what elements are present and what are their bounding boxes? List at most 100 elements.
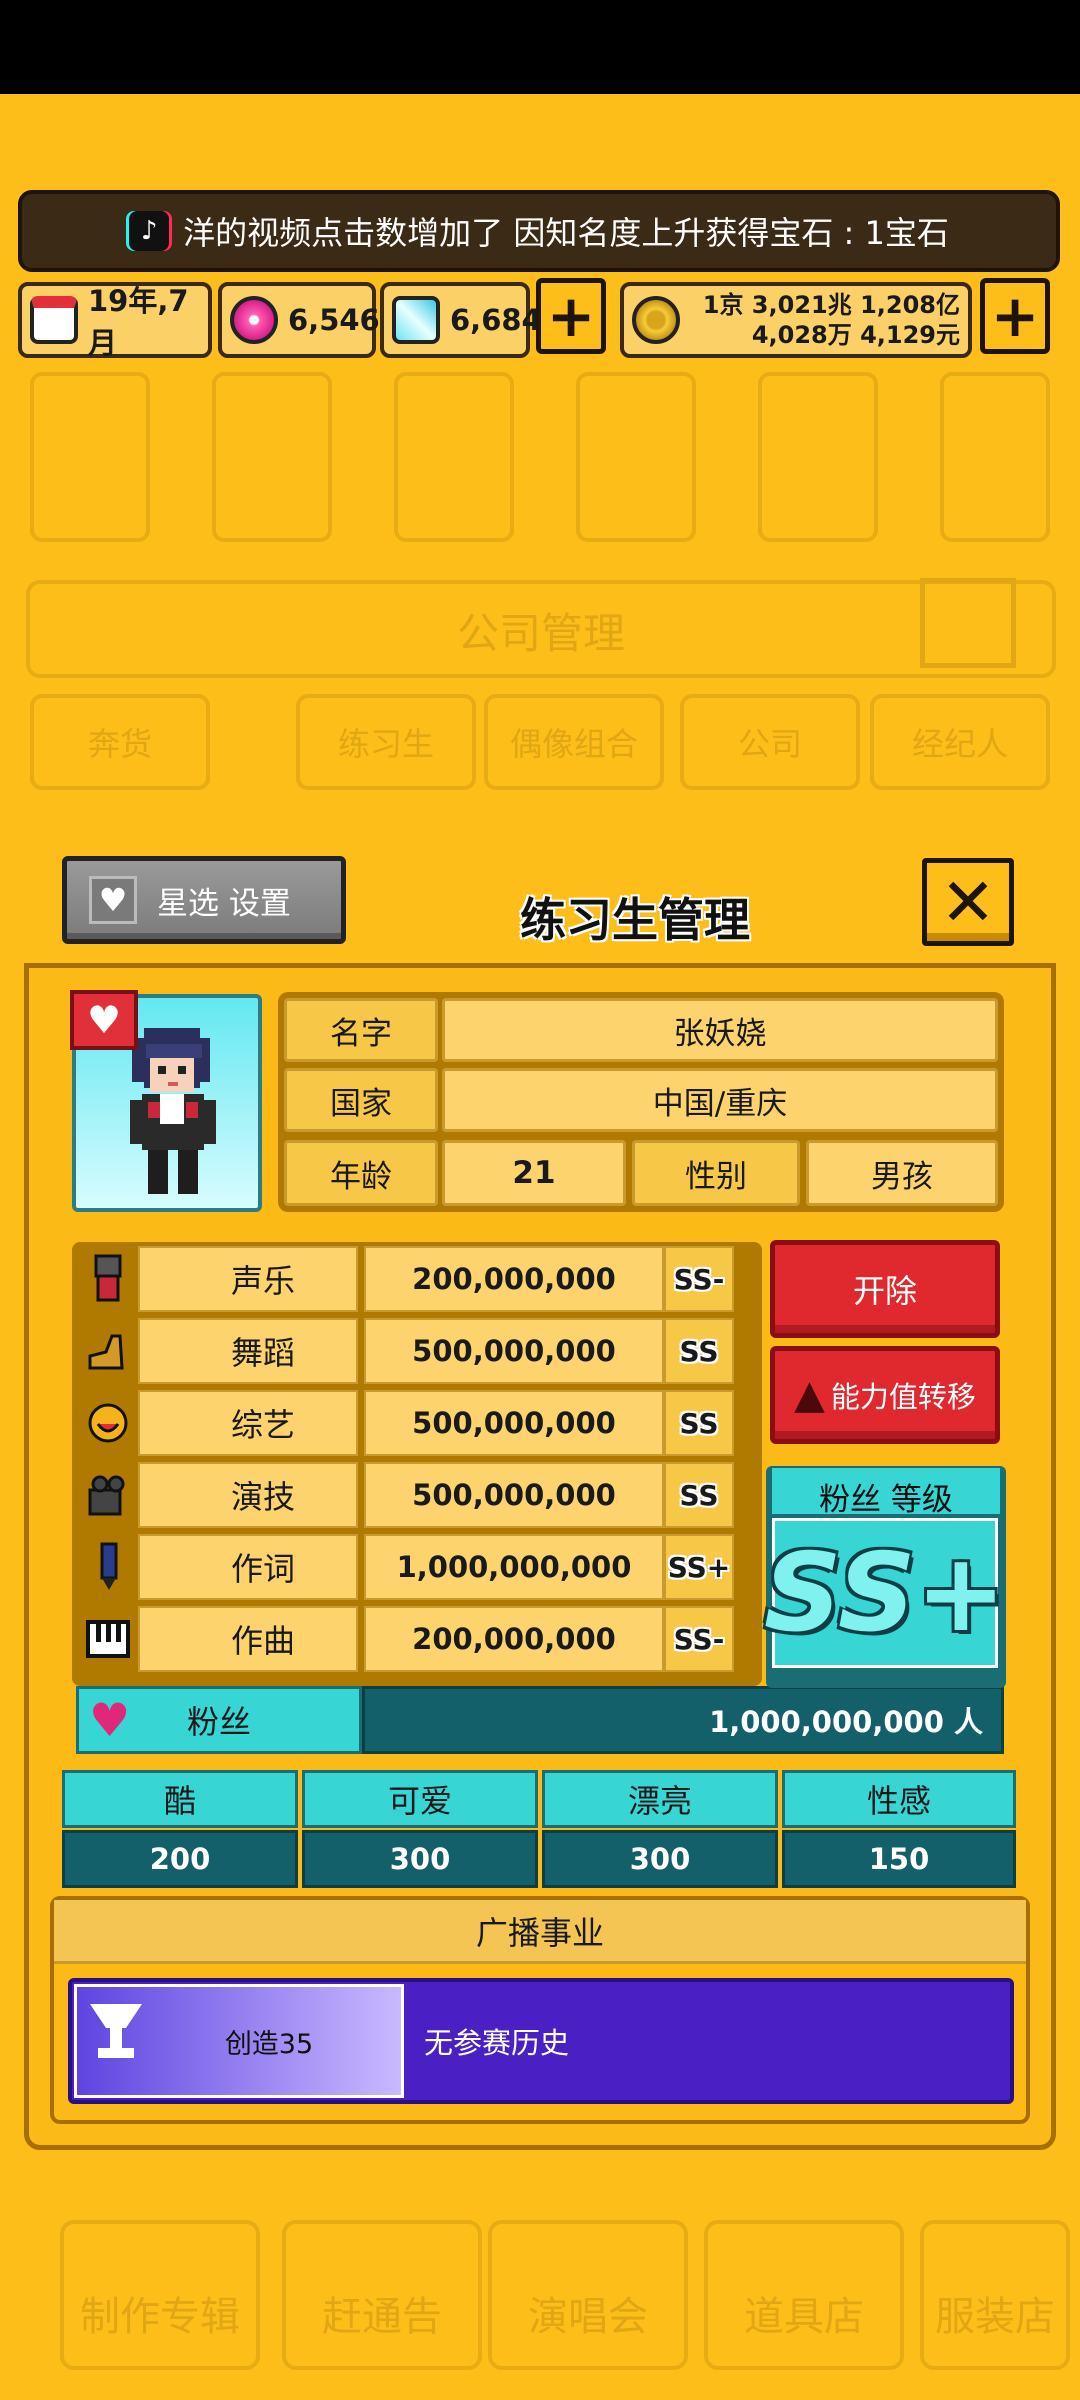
star-select-label: 星选 设置 [157,885,291,922]
stat-name: 声乐 [138,1246,358,1312]
stat-grade: SS [664,1462,734,1528]
stat-name: 作词 [138,1534,358,1600]
microphone-icon [78,1246,138,1312]
date-display: 19年,7月 [18,282,212,360]
ghost-tile [394,372,514,542]
stat-value: 200,000,000 [364,1606,664,1672]
ghost-tab: 奔货 [30,694,210,790]
piano-icon [78,1606,138,1672]
trophy-icon [90,2004,142,2058]
notification-text: 洋的视频点击数增加了 因知名度上升获得宝石 : 1宝石 [183,214,949,252]
stat-value: 1,000,000,000 [364,1534,664,1600]
money-counter: 1京 3,021兆 1,208亿 4,028万 4,129元 [620,282,972,358]
attr-name: 性感 [782,1770,1016,1828]
broadcast-title: 广播事业 [54,1900,1026,1964]
calendar-icon [30,296,78,344]
stat-grade: SS [664,1390,734,1456]
gender-value: 男孩 [806,1140,998,1206]
stat-row-variety: 综艺 500,000,000 SS [78,1390,734,1456]
add-money-button[interactable]: + [980,278,1050,354]
stat-row-lyrics: 作词 1,000,000,000 SS+ [78,1534,734,1600]
stat-grade: SS [664,1318,734,1384]
stat-name: 演技 [138,1462,358,1528]
attr-name: 漂亮 [542,1770,778,1828]
date-text: 19年,7月 [88,284,189,360]
ghost-title: 公司管理 [456,609,625,658]
stat-name: 作曲 [138,1606,358,1672]
ghost-tile [212,372,332,542]
fans-count: 1,000,000,000 人 [362,1686,1004,1754]
transfer-stats-label: 能力值转移 [830,1380,976,1414]
camera-icon [78,1462,138,1528]
broadcast-show-name: 创造35 [224,2028,314,2060]
video-app-icon: ♪ [129,211,170,251]
country-value: 中国/重庆 [442,1068,998,1132]
star-triangle-icon: ▲ [794,1372,825,1418]
ghost-close-button [920,578,1016,668]
ghost-bottom-button: 制作专辑 [60,2220,260,2370]
ghost-bottom-button: 服装店 [920,2220,1070,2370]
fans-label: 粉丝 [186,1703,251,1741]
fans-row: ♥ 粉丝 1,000,000,000 人 [76,1686,1004,1754]
stat-value: 200,000,000 [364,1246,664,1312]
pink-gem-counter: 6,546 [218,282,380,358]
blue-gem-counter: 6,684 [380,282,542,358]
smile-icon [78,1390,138,1456]
star-select-settings-button[interactable]: ♥ 星选 设置 [62,856,346,944]
pink-gem-count: 6,546 [288,303,380,337]
ghost-tab: 偶像组合 [484,694,664,790]
ghost-tab: 公司 [680,694,860,790]
stat-row-composing: 作曲 200,000,000 SS- [78,1606,734,1672]
ghost-tab: 经纪人 [870,694,1050,790]
name-label: 名字 [284,998,438,1062]
heart-icon: ♥ [89,876,137,924]
ghost-tile [940,372,1050,542]
favorite-heart-icon[interactable]: ♥ [70,990,138,1050]
fans-label-cell: ♥ 粉丝 [76,1686,362,1754]
stat-value: 500,000,000 [364,1390,664,1456]
attr-value: 150 [782,1830,1016,1888]
stat-value: 500,000,000 [364,1318,664,1384]
money-line-2: 4,028万 4,129元 [751,321,960,349]
age-value: 21 [442,1140,626,1206]
stat-name: 舞蹈 [138,1318,358,1384]
age-label: 年龄 [284,1140,438,1206]
stat-value: 500,000,000 [364,1462,664,1528]
blue-gem-icon [392,296,440,344]
country-label: 国家 [284,1068,438,1132]
status-bar [0,0,1080,94]
money-line-1: 1京 3,021兆 1,208亿 [702,291,960,319]
money-amount: 1京 3,021兆 1,208亿 4,028万 4,129元 [690,290,960,350]
pen-icon [78,1534,138,1600]
ghost-tile [30,372,150,542]
panel-title: 练习生管理 [520,893,750,947]
stat-grade: SS+ [664,1534,734,1600]
close-button[interactable]: ✕ [922,858,1014,946]
gender-label: 性别 [632,1140,800,1206]
shoe-icon [78,1318,138,1384]
ghost-bottom-button: 赶通告 [282,2220,482,2370]
stat-row-acting: 演技 500,000,000 SS [78,1462,734,1528]
ghost-bottom-button: 演唱会 [488,2220,688,2370]
blue-gem-count: 6,684 [450,303,542,337]
attr-name: 可爱 [302,1770,538,1828]
fan-level-label: 粉丝 等级 [819,1482,953,1518]
fire-button[interactable]: 开除 [770,1240,1000,1338]
transfer-stats-button[interactable]: ▲ 能力值转移 [770,1346,1000,1444]
stat-row-dance: 舞蹈 500,000,000 SS [78,1318,734,1384]
coin-icon [632,296,680,344]
attr-value: 300 [542,1830,778,1888]
name-value: 张妖娆 [442,998,998,1062]
ghost-tab: 练习生 [296,694,476,790]
stat-grade: SS- [664,1246,734,1312]
attr-value: 200 [62,1830,298,1888]
ghost-tile [576,372,696,542]
add-gems-button[interactable]: + [536,278,606,354]
ghost-bottom-button: 道具店 [704,2220,904,2370]
attr-name: 酷 [62,1770,298,1828]
fan-level-grade: SS+ [763,1530,1007,1656]
stat-name: 综艺 [138,1390,358,1456]
broadcast-history: 无参赛历史 [424,2026,570,2060]
pink-gem-icon [230,296,278,344]
pink-heart-icon: ♥ [89,1693,131,1747]
